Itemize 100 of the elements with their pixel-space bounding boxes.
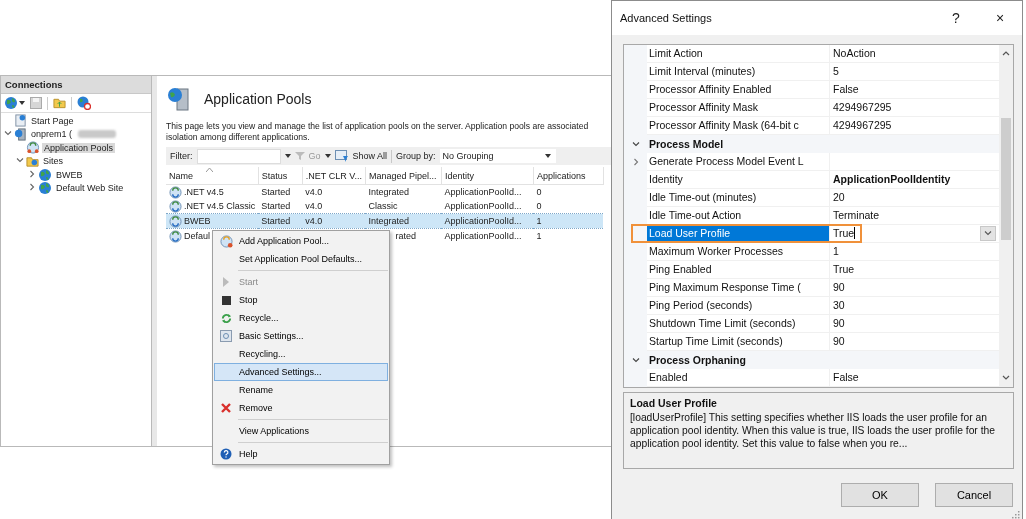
help-button[interactable]: ? xyxy=(934,9,978,26)
column-header[interactable]: Applications xyxy=(533,167,604,185)
table-cell: ApplicationPoolId... xyxy=(444,201,522,211)
scroll-down-icon[interactable] xyxy=(1002,375,1010,382)
property-value: False xyxy=(833,83,859,96)
property-value: 30 xyxy=(833,299,845,312)
collapse-icon[interactable] xyxy=(631,139,640,148)
tree-item[interactable]: onprem1 ( xyxy=(29,129,75,140)
filter-field[interactable] xyxy=(196,148,281,164)
folder-up-icon[interactable] xyxy=(53,97,66,109)
menu-item[interactable]: Help xyxy=(214,445,388,463)
show-all-button[interactable]: Show All xyxy=(352,151,388,161)
tree-item[interactable]: Default Web Site xyxy=(54,183,126,194)
dropdown-caret-icon xyxy=(324,154,331,158)
play-icon xyxy=(222,277,230,287)
column-header[interactable]: Status xyxy=(258,167,303,185)
close-button[interactable]: × xyxy=(978,9,1022,26)
dropdown-caret-icon xyxy=(544,154,551,158)
table-cell: ApplicationPoolId... xyxy=(444,231,522,241)
table-cell: BWEB xyxy=(184,216,211,226)
description-title: Load User Profile xyxy=(630,396,718,409)
close-icon xyxy=(221,403,231,413)
column-header[interactable]: .NET CLR V... xyxy=(302,167,366,185)
table-cell: 0 xyxy=(536,187,542,197)
dialog-button[interactable]: Cancel xyxy=(935,483,1013,508)
table-cell: v4.0 xyxy=(305,201,323,211)
app-pool-add-icon xyxy=(219,234,233,248)
table-cell: Started xyxy=(261,187,291,197)
help-icon xyxy=(220,448,232,460)
collapse-icon[interactable] xyxy=(631,355,640,364)
globe-disconnect-icon[interactable] xyxy=(77,96,91,110)
dialog-title: Advanced Settings xyxy=(620,11,713,24)
app-pools-icon xyxy=(26,141,40,155)
property-value: ApplicationPoolIdentity xyxy=(833,173,951,186)
save-icon[interactable] xyxy=(30,97,42,109)
menu-item[interactable]: Recycle... xyxy=(214,309,388,327)
stop-icon xyxy=(221,295,231,305)
table-cell: 1 xyxy=(536,216,542,226)
menu-item[interactable]: Remove xyxy=(214,399,388,417)
menu-item[interactable]: Add Application Pool... xyxy=(214,232,388,250)
group-by-dropdown[interactable]: No Grouping xyxy=(439,149,556,163)
menu-item[interactable]: View Applications xyxy=(214,422,388,440)
property-name[interactable]: Enabled xyxy=(647,368,829,387)
category-header[interactable]: Process Orphaning xyxy=(647,350,999,369)
server-icon xyxy=(14,127,27,141)
table-cell: 0 xyxy=(536,201,542,211)
collapse-icon[interactable] xyxy=(15,156,24,165)
property-value-field[interactable]: True xyxy=(833,227,855,240)
filter-label: Filter: xyxy=(170,151,193,161)
app-pool-icon xyxy=(169,185,182,199)
table-cell: rated xyxy=(395,231,416,241)
menu-item[interactable]: Recycling... xyxy=(214,345,388,363)
tree-item[interactable]: Sites xyxy=(41,156,65,167)
tree-item[interactable]: BWEB xyxy=(54,169,85,180)
menu-item[interactable]: Rename xyxy=(214,381,388,399)
property-value: False xyxy=(833,371,859,384)
recycle-icon xyxy=(220,312,232,324)
column-header[interactable]: Managed Pipel... xyxy=(365,167,442,185)
table-cell: v4.0 xyxy=(305,187,323,197)
menu-item[interactable]: Stop xyxy=(214,291,388,309)
description-text: This page lets you view and manage the list of application pools on the server. Application pools are associated xyxy=(166,121,590,132)
dialog-button[interactable]: OK xyxy=(841,483,919,508)
column-header[interactable]: Name xyxy=(166,167,259,185)
property-value: 20 xyxy=(833,191,845,204)
group-by-label: Group by: xyxy=(396,151,436,161)
expand-icon[interactable] xyxy=(631,157,640,166)
table-cell: v4.0 xyxy=(305,216,323,226)
table-cell: ApplicationPoolId... xyxy=(444,216,522,226)
table-cell: Started xyxy=(261,201,291,211)
menu-item[interactable]: Basic Settings... xyxy=(214,327,388,345)
globe-icon xyxy=(38,181,52,196)
category-header[interactable]: Process Model xyxy=(647,134,999,153)
tree-item[interactable]: Start Page xyxy=(29,115,76,126)
property-value: 5 xyxy=(833,65,839,78)
folder-icon xyxy=(26,154,39,168)
property-name[interactable]: Generate Process Model Event L xyxy=(647,152,829,171)
property-value: 90 xyxy=(833,281,845,294)
tree-item[interactable]: Application Pools xyxy=(42,142,116,153)
property-value: NoAction xyxy=(833,47,876,60)
property-name[interactable]: Limit Action xyxy=(647,44,829,63)
table-cell: 1 xyxy=(536,231,542,241)
page-title: Application Pools xyxy=(204,91,312,107)
property-value: 4294967295 xyxy=(833,119,892,132)
show-all-icon xyxy=(334,150,349,162)
resize-grip-icon[interactable] xyxy=(1012,511,1020,519)
scroll-up-icon[interactable] xyxy=(1002,50,1010,57)
scrollbar-thumb[interactable] xyxy=(1001,117,1011,240)
description-text: isolation among different applications. xyxy=(166,132,311,143)
table-cell: .NET v4.5 Classic xyxy=(184,201,256,211)
table-cell: .NET v4.5 xyxy=(184,187,224,197)
menu-item[interactable]: Set Application Pool Defaults... xyxy=(214,250,388,268)
collapse-icon[interactable] xyxy=(3,129,12,138)
menu-item[interactable]: Advanced Settings... xyxy=(214,363,388,381)
table-cell: Integrated xyxy=(368,187,409,197)
table-cell: Started xyxy=(261,216,291,226)
property-value: 90 xyxy=(833,335,845,348)
text-cursor xyxy=(854,227,856,240)
settings-icon xyxy=(220,330,232,342)
chevron-down-icon[interactable] xyxy=(984,229,992,238)
column-header[interactable]: Identity xyxy=(441,167,534,185)
